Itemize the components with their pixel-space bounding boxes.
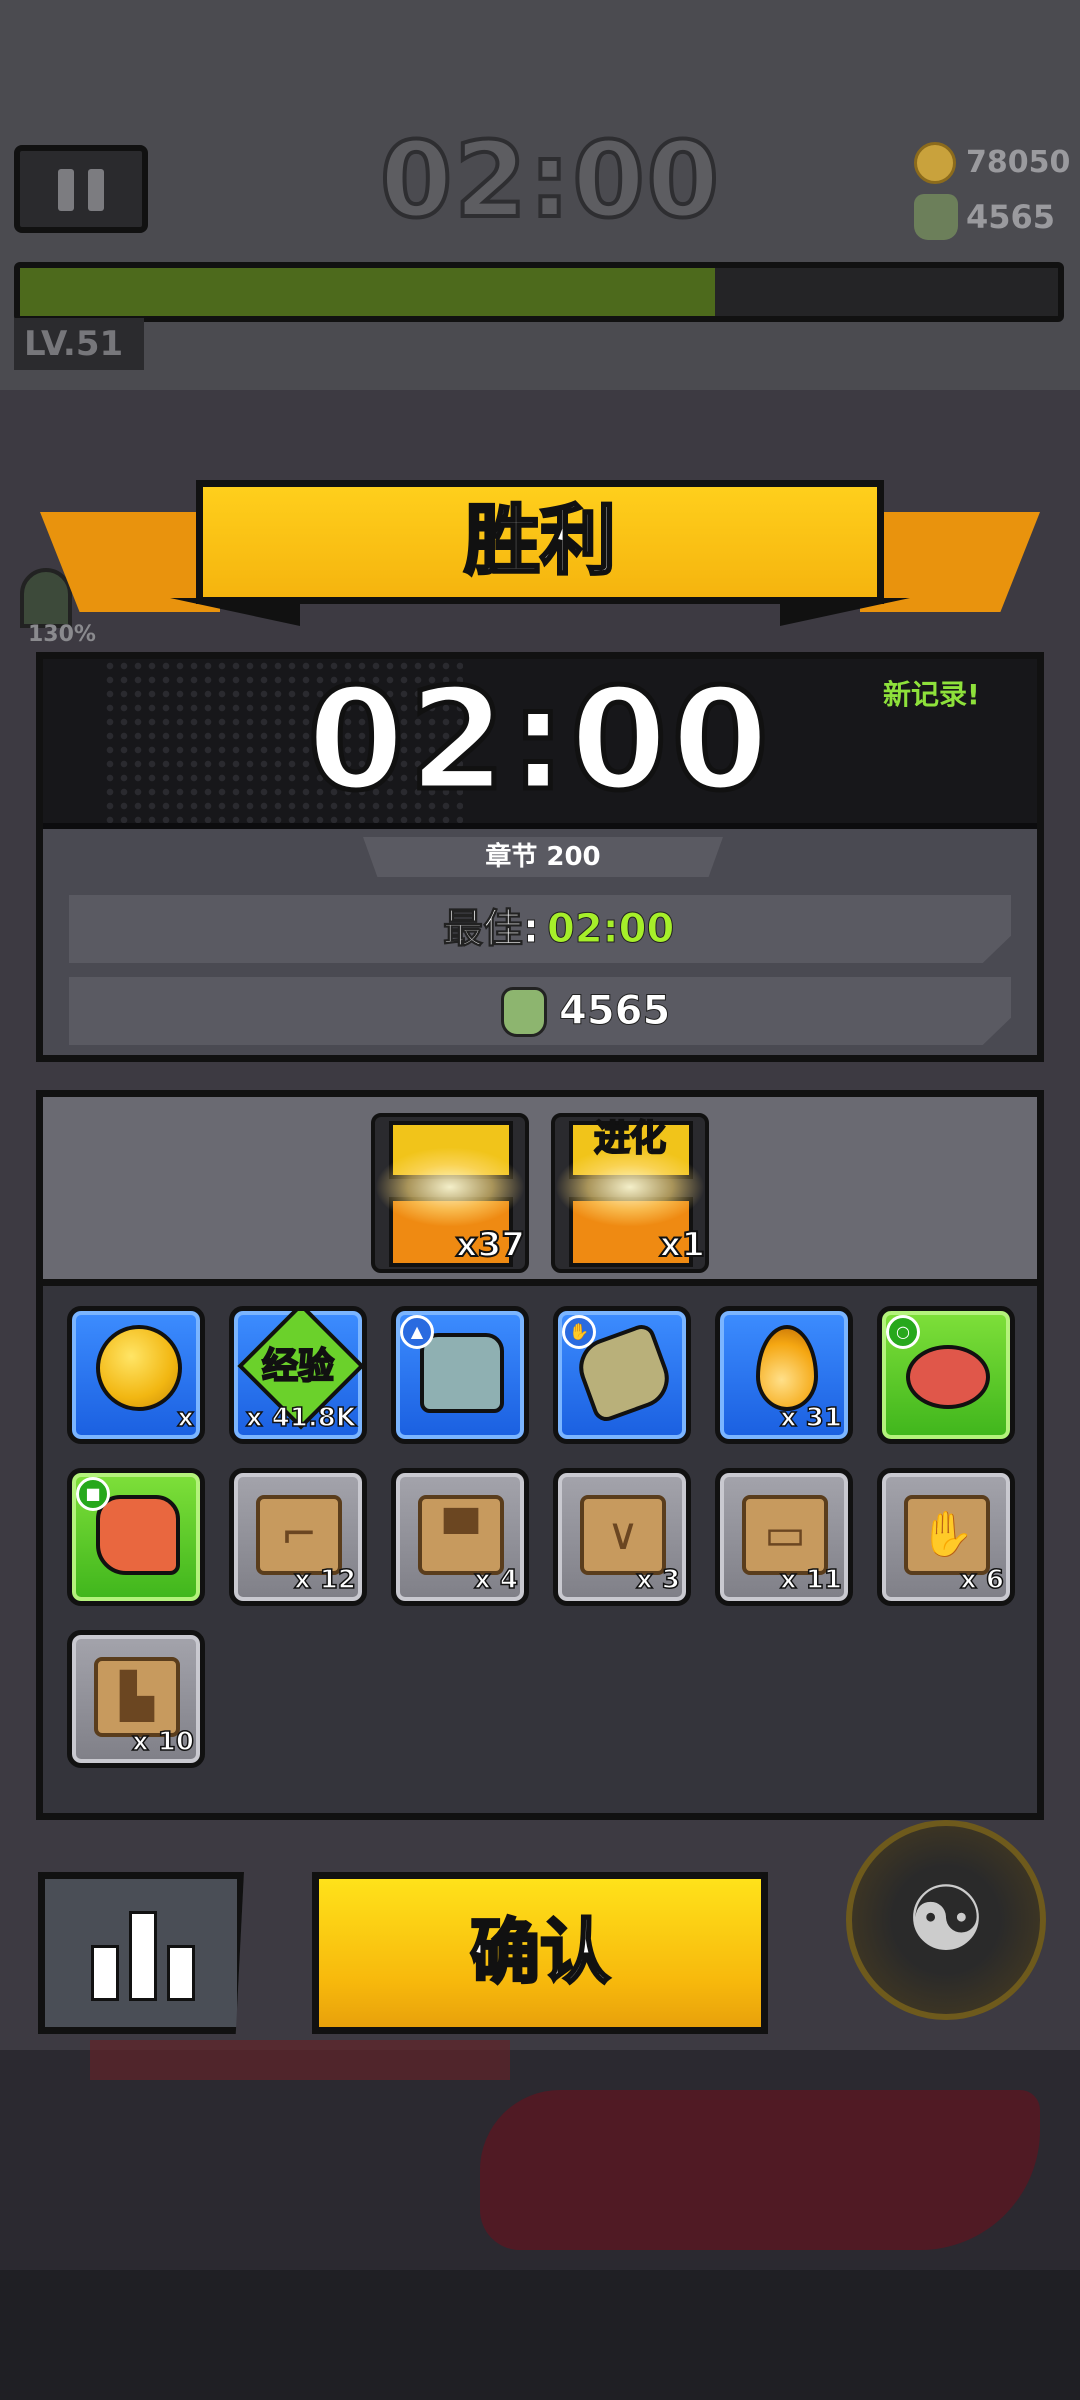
coin-icon [914, 142, 956, 184]
speed-percent: 130% [28, 622, 96, 647]
new-record-label: 新记录! [883, 678, 980, 711]
pause-icon [58, 169, 74, 211]
reward-item-boot[interactable]: ■ [67, 1468, 205, 1606]
pause-icon [88, 169, 104, 211]
reward-item-belt-scroll[interactable]: ▭ x 11 [715, 1468, 853, 1606]
chest-count: x1 [658, 1224, 705, 1266]
evolution-label: 进化 [593, 1117, 667, 1160]
yin-yang-skill-icon: ☯ [846, 1820, 1046, 2020]
player-level: LV.51 [14, 318, 144, 370]
bar-chart-icon [167, 1945, 195, 2001]
speed-gauge-icon [20, 568, 72, 628]
reward-item-boot-scroll[interactable]: ▙ x 10 [67, 1630, 205, 1768]
xp-progress-bar [14, 262, 1064, 322]
chest-glow [375, 1147, 525, 1227]
xp-progress-fill [20, 268, 716, 316]
chest-rewards-panel: x37 进化 x1 [36, 1090, 1044, 1286]
reward-quantity: x 41.8K [245, 1402, 357, 1434]
reward-item-necklace-scroll[interactable]: ∨ x 3 [553, 1468, 691, 1606]
best-time-label: 最佳: [443, 906, 540, 953]
armor-slot-icon: ▲ [400, 1315, 434, 1349]
reward-item-armor[interactable]: ▲ [391, 1306, 529, 1444]
glove-slot-icon: ✋ [562, 1315, 596, 1349]
armor-vest-icon [420, 1333, 504, 1413]
kill-count-row: 4565 [69, 977, 1011, 1045]
reward-quantity: x 255.5K [91, 1402, 195, 1439]
time-display: 02:00 新记录! [43, 657, 1037, 829]
bar-chart-icon [91, 1945, 119, 2001]
claw-boot-icon [96, 1495, 180, 1575]
bar-chart-icon [129, 1911, 157, 2001]
victory-title: 胜利 [463, 495, 618, 587]
hud-kill-count: 4565 [966, 198, 1056, 236]
result-panel: 02:00 新记录! 章节 200 最佳: 02:00 4565 [36, 652, 1044, 1062]
reward-item-exp[interactable]: 经验 x 41.8K [229, 1306, 367, 1444]
orange-drop-icon [756, 1325, 818, 1411]
background-decoration [90, 2040, 510, 2080]
reward-quantity: x 10 [131, 1726, 195, 1758]
reward-item-glove[interactable]: ✋ [553, 1306, 691, 1444]
chest-count: x37 [455, 1224, 525, 1266]
background-decoration [480, 2090, 1040, 2250]
kill-count-value: 4565 [559, 988, 671, 1035]
zombie-kill-icon [501, 987, 547, 1037]
game-background-footer [0, 2270, 1080, 2400]
statistics-button[interactable] [38, 1872, 244, 2034]
necklace-slot-icon: ○ [886, 1315, 920, 1349]
reward-items-grid: x 255.5K 经验 x 41.8K ▲ ✋ x 31 ○ ■ ⌐ x 12 … [36, 1286, 1044, 1820]
reward-quantity: x 12 [293, 1564, 357, 1596]
reward-quantity: x 31 [779, 1402, 843, 1434]
gold-coin-icon [96, 1325, 182, 1411]
reward-item-armor-scroll[interactable]: ▀ x 4 [391, 1468, 529, 1606]
reward-quantity: x 6 [959, 1564, 1004, 1596]
evolution-chest[interactable]: 进化 x1 [551, 1113, 709, 1273]
reward-item-coin[interactable]: x 255.5K [67, 1306, 205, 1444]
experience-label: 经验 [261, 1345, 335, 1388]
reward-item-collar[interactable]: ○ [877, 1306, 1015, 1444]
reward-quantity: x 11 [779, 1564, 843, 1596]
pause-button[interactable] [14, 145, 148, 233]
confirm-button[interactable]: 确认 [312, 1872, 768, 2034]
boot-slot-icon: ■ [76, 1477, 110, 1511]
zombie-kill-icon [914, 194, 958, 240]
reward-quantity: x 4 [473, 1564, 518, 1596]
hud-coin-count: 78050 [966, 145, 1071, 180]
victory-banner: 胜利 [196, 480, 884, 604]
reward-item-essence[interactable]: x 31 [715, 1306, 853, 1444]
reward-item-weapon-scroll[interactable]: ⌐ x 12 [229, 1468, 367, 1606]
reward-chest[interactable]: x37 [371, 1113, 529, 1273]
best-time-row: 最佳: 02:00 [69, 895, 1011, 963]
reward-item-glove-scroll[interactable]: ✋ x 6 [877, 1468, 1015, 1606]
hud-timer: 02:00 [378, 118, 722, 242]
chapter-label: 章节 200 [363, 837, 723, 877]
best-time-value: 02:00 [547, 906, 675, 953]
collar-icon [906, 1345, 990, 1409]
reward-quantity: x 3 [635, 1564, 680, 1596]
